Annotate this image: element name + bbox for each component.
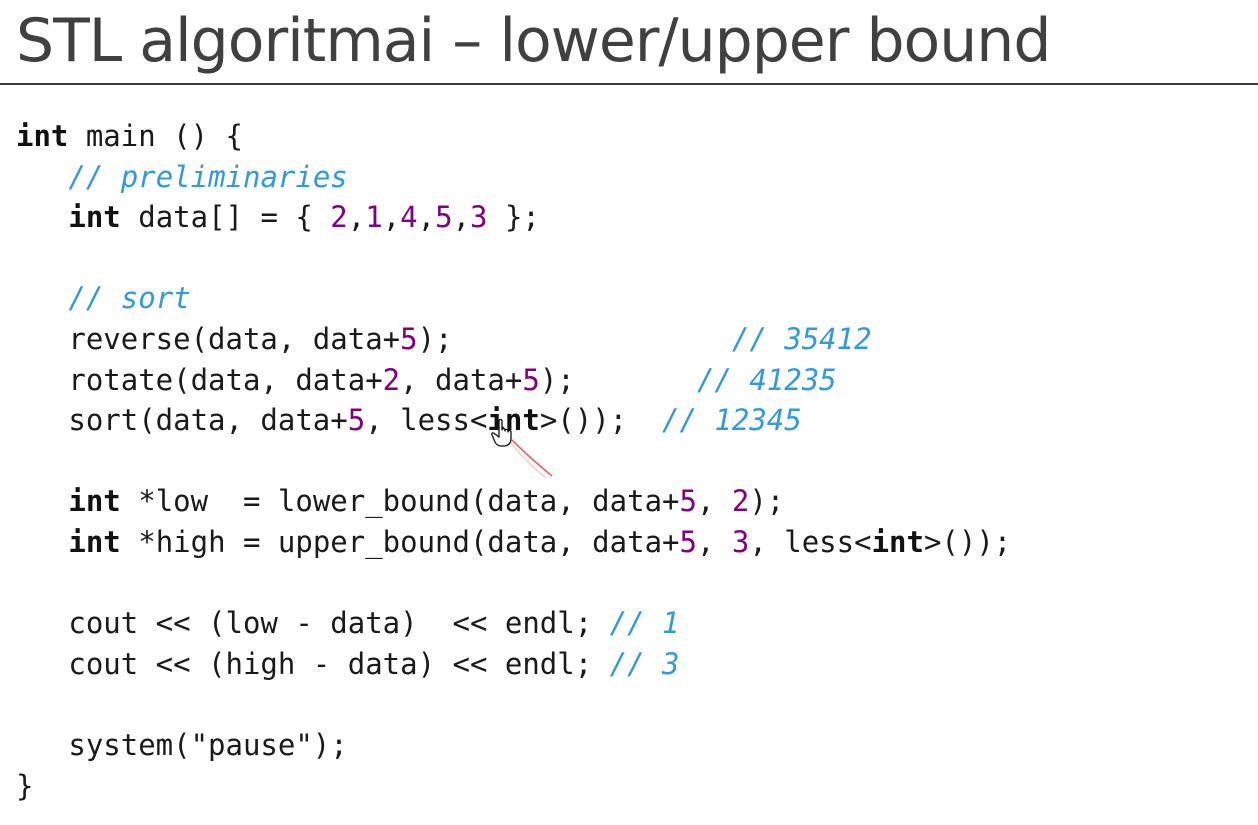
code-number: 5: [679, 484, 697, 519]
code-text: };: [487, 200, 540, 235]
code-comment: // 3: [609, 646, 680, 681]
code-text: data[] = {: [120, 200, 331, 235]
code-line: }: [16, 766, 1011, 807]
code-keyword: int: [16, 119, 69, 153]
code-number: 5: [435, 200, 453, 235]
code-text: reverse(data, data+: [16, 321, 401, 356]
code-line: int data[] = { 2,1,4,5,3 };: [16, 197, 1011, 238]
code-text: );: [417, 321, 732, 356]
code-number: 1: [365, 200, 383, 235]
code-keyword: int: [68, 524, 121, 559]
code-comment: // 12345: [662, 403, 802, 438]
code-text: system("pause");: [16, 727, 348, 762]
code-number: 5: [347, 403, 366, 438]
code-line: // preliminaries: [16, 157, 1011, 198]
code-line: system("pause");: [16, 725, 1011, 766]
code-number: 2: [382, 362, 401, 397]
code-number: 2: [330, 200, 348, 235]
code-number: 5: [679, 524, 697, 559]
code-keyword: int: [68, 484, 121, 519]
code-number: 5: [522, 362, 540, 397]
code-keyword: int: [871, 524, 924, 559]
code-comment: // 35412: [731, 321, 872, 356]
code-text: cout << (low - data) << endl;: [16, 606, 610, 641]
code-text: , data+: [400, 362, 523, 397]
code-text: ,: [452, 200, 471, 235]
code-text: rotate(data, data+: [16, 362, 383, 397]
code-text: main () {: [68, 119, 243, 153]
code-number: 5: [400, 321, 418, 356]
code-text: cout << (high - data) << endl;: [16, 646, 610, 681]
code-comment: // preliminaries: [68, 159, 348, 194]
code-line: int *high = upper_bound(data, data+5, 3,…: [16, 522, 1011, 563]
code-line: cout << (high - data) << endl; // 3: [16, 644, 1011, 685]
red-pen-stroke: [511, 439, 553, 477]
code-comment: // 41235: [696, 362, 837, 397]
code-number: 4: [400, 200, 418, 235]
code-line: rotate(data, data+2, data+5); // 41235: [16, 360, 1011, 401]
code-text: *low = lower_bound(data, data+: [120, 484, 680, 519]
title-divider: [0, 83, 1258, 85]
code-line: reverse(data, data+5); // 35412: [16, 319, 1011, 360]
code-comment: // sort: [68, 281, 191, 316]
code-text: sort(data, data+: [16, 403, 348, 438]
code-text: );: [749, 484, 785, 519]
red-pen-stroke-2: [509, 441, 547, 479]
code-text: , less<: [365, 403, 488, 438]
code-text: );: [539, 362, 697, 397]
code-number: 3: [731, 524, 750, 559]
code-text: ,: [417, 200, 436, 235]
code-line: int *low = lower_bound(data, data+5, 2);: [16, 481, 1011, 522]
code-text: *high = upper_bound(data, data+: [120, 524, 680, 559]
hand-pointer-shape: [491, 418, 512, 447]
slide-title: STL algoritmai – lower/upper bound: [16, 6, 1051, 76]
code-keyword: int: [68, 200, 121, 235]
code-text: >());: [923, 524, 1012, 559]
code-number: 2: [731, 484, 750, 519]
code-line: int main () {: [16, 116, 1011, 157]
code-text: , less<: [749, 524, 872, 559]
hand-pointer-icon: [491, 418, 553, 479]
code-text: }: [16, 768, 34, 803]
code-text: ,: [347, 200, 366, 235]
code-number: 3: [470, 200, 488, 235]
code-comment: // 1: [609, 606, 680, 641]
code-text: ,: [696, 484, 732, 519]
code-text: ,: [696, 524, 732, 559]
code-line: cout << (low - data) << endl; // 1: [16, 603, 1011, 644]
code-text: ,: [382, 200, 401, 235]
code-line: // sort: [16, 278, 1011, 319]
